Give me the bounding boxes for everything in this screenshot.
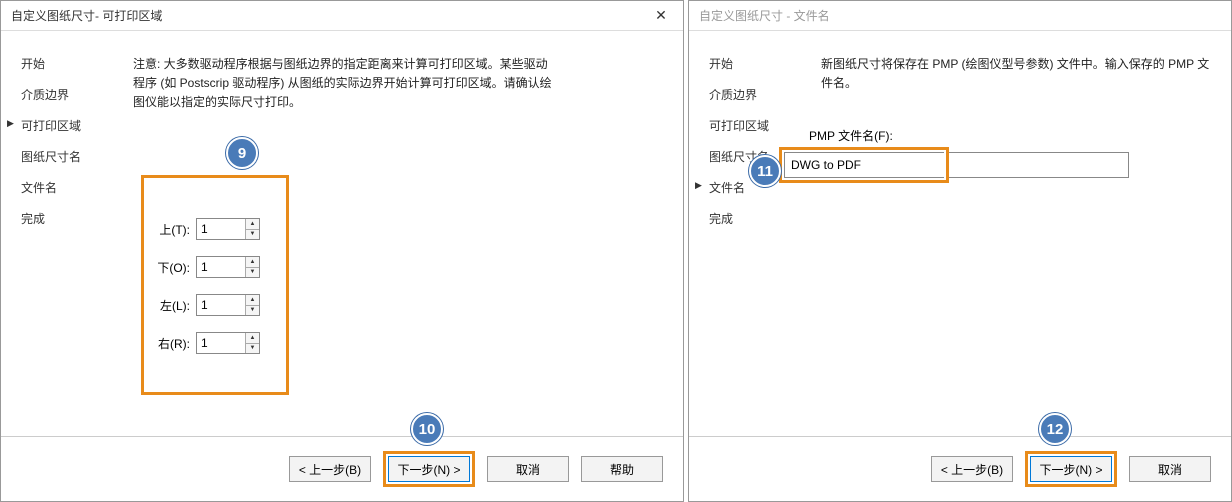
sidebar-item-printable[interactable]: 可打印区域 <box>21 117 121 134</box>
next-button-highlight: 下一步(N) > <box>383 451 475 487</box>
dialog-footer: < 上一步(B) 下一步(N) > 取消 <box>689 436 1231 501</box>
close-icon[interactable]: ✕ <box>639 1 683 30</box>
back-button[interactable]: < 上一步(B) <box>931 456 1013 482</box>
spin-down-icon[interactable]: ▼ <box>246 268 259 278</box>
margin-top-input[interactable] <box>197 219 245 239</box>
instructions-text: 注意: 大多数驱动程序根据与图纸边界的指定距离来计算可打印区域。某些驱动程序 (… <box>133 55 553 113</box>
dialog-footer: < 上一步(B) 下一步(N) > 取消 帮助 <box>1 436 683 501</box>
spin-down-icon[interactable]: ▼ <box>246 306 259 316</box>
next-button-highlight: 下一步(N) > <box>1025 451 1117 487</box>
dialog-title: 自定义图纸尺寸- 可打印区域 <box>11 7 162 24</box>
titlebar: 自定义图纸尺寸 - 文件名 <box>689 1 1231 31</box>
dialog-filename: 自定义图纸尺寸 - 文件名 开始 介质边界 可打印区域 图纸尺寸名 文件名 完成… <box>688 0 1232 502</box>
annotation-badge-12: 12 <box>1039 413 1071 445</box>
pmp-filename-input[interactable] <box>784 152 944 178</box>
margin-left-label: 左(L): <box>152 297 196 314</box>
filename-highlight <box>779 147 949 183</box>
pmp-filename-label: PMP 文件名(F): <box>809 127 893 144</box>
annotation-badge-10: 10 <box>411 413 443 445</box>
annotation-badge-9: 9 <box>226 137 258 169</box>
margin-top-label: 上(T): <box>152 221 196 238</box>
dialog-printable-area: 自定义图纸尺寸- 可打印区域 ✕ 开始 介质边界 可打印区域 图纸尺寸名 文件名… <box>0 0 684 502</box>
cancel-button[interactable]: 取消 <box>1129 456 1211 482</box>
margin-bottom-spinner[interactable]: ▲▼ <box>196 256 260 278</box>
spin-up-icon[interactable]: ▲ <box>246 219 259 230</box>
sidebar-item-start[interactable]: 开始 <box>21 55 121 72</box>
margin-right-spinner[interactable]: ▲▼ <box>196 332 260 354</box>
margin-right-label: 右(R): <box>152 335 196 352</box>
margin-right-input[interactable] <box>197 333 245 353</box>
next-button[interactable]: 下一步(N) > <box>388 456 470 482</box>
margin-left-spinner[interactable]: ▲▼ <box>196 294 260 316</box>
annotation-badge-11: 11 <box>749 155 781 187</box>
sidebar-item-media[interactable]: 介质边界 <box>21 86 121 103</box>
wizard-sidebar: 开始 介质边界 可打印区域 图纸尺寸名 文件名 完成 <box>21 55 121 426</box>
spin-down-icon[interactable]: ▼ <box>246 344 259 354</box>
margins-group-highlight: 上(T): ▲▼ 下(O): ▲▼ 左(L): <box>141 175 289 395</box>
titlebar: 自定义图纸尺寸- 可打印区域 ✕ <box>1 1 683 31</box>
wizard-sidebar: 开始 介质边界 可打印区域 图纸尺寸名 文件名 完成 <box>709 55 809 426</box>
spin-up-icon[interactable]: ▲ <box>246 333 259 344</box>
pmp-filename-input-rest[interactable] <box>949 152 1129 178</box>
sidebar-item-papername[interactable]: 图纸尺寸名 <box>21 148 121 165</box>
margin-bottom-input[interactable] <box>197 257 245 277</box>
sidebar-item-media[interactable]: 介质边界 <box>709 86 809 103</box>
margin-top-spinner[interactable]: ▲▼ <box>196 218 260 240</box>
spin-down-icon[interactable]: ▼ <box>246 230 259 240</box>
instructions-text: 新图纸尺寸将保存在 PMP (绘图仪型号参数) 文件中。输入保存的 PMP 文件… <box>821 55 1211 93</box>
spin-up-icon[interactable]: ▲ <box>246 257 259 268</box>
help-button[interactable]: 帮助 <box>581 456 663 482</box>
sidebar-item-finish[interactable]: 完成 <box>709 210 809 227</box>
margin-bottom-label: 下(O): <box>152 259 196 276</box>
sidebar-item-filename[interactable]: 文件名 <box>21 179 121 196</box>
next-button[interactable]: 下一步(N) > <box>1030 456 1112 482</box>
sidebar-item-finish[interactable]: 完成 <box>21 210 121 227</box>
back-button[interactable]: < 上一步(B) <box>289 456 371 482</box>
sidebar-item-start[interactable]: 开始 <box>709 55 809 72</box>
spin-up-icon[interactable]: ▲ <box>246 295 259 306</box>
margin-left-input[interactable] <box>197 295 245 315</box>
dialog-title: 自定义图纸尺寸 - 文件名 <box>699 7 830 24</box>
cancel-button[interactable]: 取消 <box>487 456 569 482</box>
sidebar-item-printable[interactable]: 可打印区域 <box>709 117 809 134</box>
